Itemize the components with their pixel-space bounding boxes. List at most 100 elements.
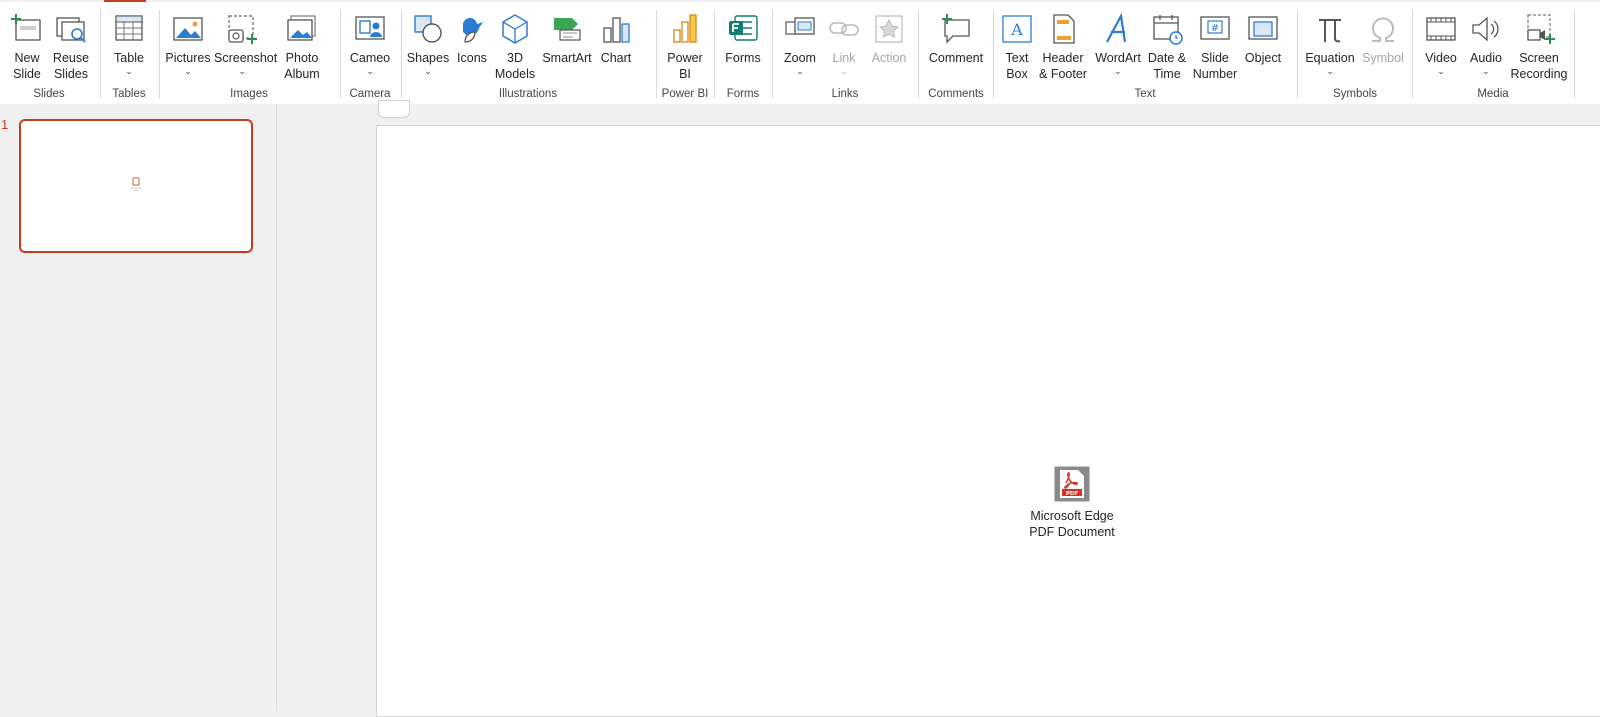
cameo-dropdown-icon[interactable]: ⌄: [347, 66, 393, 76]
link-dropdown-icon[interactable]: ⌄: [823, 66, 865, 76]
chart-label: Chart: [600, 51, 632, 65]
object-button[interactable]: Object: [1240, 8, 1286, 84]
date-time-button[interactable]: Date & Time: [1142, 8, 1192, 84]
3d-models-label: 3D Models: [494, 51, 536, 81]
photo-album-icon: [287, 15, 316, 41]
shapes-icon: [414, 15, 442, 43]
equation-label: Equation: [1305, 51, 1355, 65]
smartart-label: SmartArt: [542, 51, 592, 65]
audio-button[interactable]: Audio ⌄: [1465, 8, 1507, 84]
table-label: Table: [114, 51, 144, 65]
wordart-icon: [1106, 12, 1127, 43]
table-button[interactable]: Table ⌄: [107, 8, 151, 84]
screen-recording-button[interactable]: Screen Recording: [1507, 8, 1571, 84]
wordart-label: WordArt: [1095, 51, 1141, 65]
forms-icon: [729, 15, 758, 41]
pictures-label: Pictures: [165, 51, 211, 65]
group-media: Video ⌄ Audio ⌄ Screen Recording Media: [1413, 8, 1573, 104]
power-bi-button[interactable]: Power BI: [663, 8, 707, 84]
action-star-icon: [875, 15, 903, 43]
designer-handle-icon[interactable]: [378, 100, 410, 118]
screen-recording-label: Screen Recording: [1510, 51, 1568, 81]
screenshot-button[interactable]: Screenshot ⌄: [214, 8, 278, 84]
screenshot-icon: [228, 15, 257, 44]
group-label-illustrations: Illustrations: [498, 88, 558, 100]
group-label-images: Images: [230, 88, 268, 100]
group-label-slides: Slides: [33, 88, 65, 100]
text-box-button[interactable]: A Text Box: [1000, 8, 1034, 84]
forms-label: Forms: [725, 51, 761, 65]
wordart-dropdown-icon[interactable]: ⌄: [1094, 66, 1142, 76]
object-icon: [1248, 16, 1278, 40]
audio-label: Audio: [1470, 51, 1502, 65]
forms-button[interactable]: Forms: [721, 8, 765, 84]
action-button[interactable]: Action: [867, 8, 911, 84]
icons-button[interactable]: Icons: [452, 8, 492, 84]
group-comments: Comment Comments: [919, 8, 993, 104]
reuse-slides-button[interactable]: Reuse Slides: [50, 8, 92, 84]
zoom-button[interactable]: Zoom ⌄: [779, 8, 821, 84]
shapes-button[interactable]: Shapes ⌄: [406, 8, 450, 84]
photo-album-label: Photo Album: [284, 51, 320, 81]
slide-number-button[interactable]: # Slide Number: [1192, 8, 1238, 84]
svg-text:PDF: PDF: [1066, 491, 1079, 497]
photo-album-button[interactable]: Photo Album: [276, 8, 328, 84]
group-camera: Cameo ⌄ Camera: [341, 8, 399, 104]
audio-dropdown-icon[interactable]: ⌄: [1465, 66, 1507, 76]
omega-icon: [1372, 17, 1394, 42]
slide-thumbnails-pane: 1: [0, 104, 277, 711]
header-footer-button[interactable]: Header & Footer: [1034, 8, 1092, 84]
group-slides: New Slide Reuse Slides Slides: [0, 8, 98, 104]
comment-label: Comment: [928, 51, 984, 65]
slide-thumbnail[interactable]: [19, 119, 253, 253]
header-footer-label: Header & Footer: [1039, 51, 1087, 81]
group-label-power-bi: Power BI: [661, 88, 709, 100]
power-bi-label: Power BI: [667, 51, 703, 81]
link-icon: [829, 22, 859, 36]
pictures-button[interactable]: Pictures ⌄: [164, 8, 212, 84]
wordart-button[interactable]: WordArt ⌄: [1094, 8, 1142, 84]
chart-button[interactable]: Chart: [594, 8, 638, 84]
3d-models-button[interactable]: 3D Models: [490, 8, 540, 84]
power-bi-icon: [673, 14, 697, 43]
symbol-button[interactable]: Symbol: [1360, 8, 1406, 84]
slide-canvas[interactable]: PDF Microsoft Edge PDF Document: [376, 125, 1600, 717]
smartart-button[interactable]: SmartArt: [540, 8, 594, 84]
speaker-icon: [1472, 16, 1499, 42]
group-illustrations: Shapes ⌄ Icons 3D Models SmartArt Chart …: [402, 8, 654, 104]
embedded-pdf-object[interactable]: PDF Microsoft Edge PDF Document: [997, 466, 1147, 540]
pdf-icon: PDF: [1054, 466, 1090, 502]
table-icon: [115, 15, 143, 41]
group-label-text: Text: [1134, 88, 1156, 100]
text-box-label: Text Box: [1005, 51, 1029, 81]
cameo-icon: [355, 16, 385, 40]
date-time-label: Date & Time: [1147, 51, 1187, 81]
chart-icon: [603, 17, 630, 43]
pictures-dropdown-icon[interactable]: ⌄: [164, 66, 212, 76]
table-dropdown-icon[interactable]: ⌄: [107, 66, 151, 76]
new-slide-icon: [11, 14, 41, 41]
group-label-tables: Tables: [112, 88, 146, 100]
reuse-slides-label: Reuse Slides: [52, 51, 90, 81]
equation-dropdown-icon[interactable]: ⌄: [1302, 66, 1358, 76]
link-button[interactable]: Link ⌄: [823, 8, 865, 84]
shapes-dropdown-icon[interactable]: ⌄: [406, 66, 450, 76]
svg-text:A: A: [1010, 20, 1023, 39]
video-button[interactable]: Video ⌄: [1419, 8, 1463, 84]
reuse-slides-icon: [56, 17, 86, 43]
pdf-icon: [131, 177, 141, 191]
screenshot-dropdown-icon[interactable]: ⌄: [214, 66, 270, 76]
new-slide-button[interactable]: New Slide: [6, 8, 48, 84]
screenshot-label: Screenshot: [214, 51, 278, 65]
zoom-label: Zoom: [784, 51, 816, 65]
video-dropdown-icon[interactable]: ⌄: [1419, 66, 1463, 76]
screen-recording-icon: [1527, 14, 1555, 44]
equation-button[interactable]: Equation ⌄: [1302, 8, 1358, 84]
pictures-icon: [173, 17, 203, 41]
pi-icon: [1319, 19, 1341, 43]
zoom-dropdown-icon[interactable]: ⌄: [779, 66, 821, 76]
symbol-label: Symbol: [1362, 51, 1404, 65]
comment-button[interactable]: Comment: [925, 8, 987, 84]
smartart-icon: [554, 18, 581, 41]
cameo-button[interactable]: Cameo ⌄: [347, 8, 393, 84]
